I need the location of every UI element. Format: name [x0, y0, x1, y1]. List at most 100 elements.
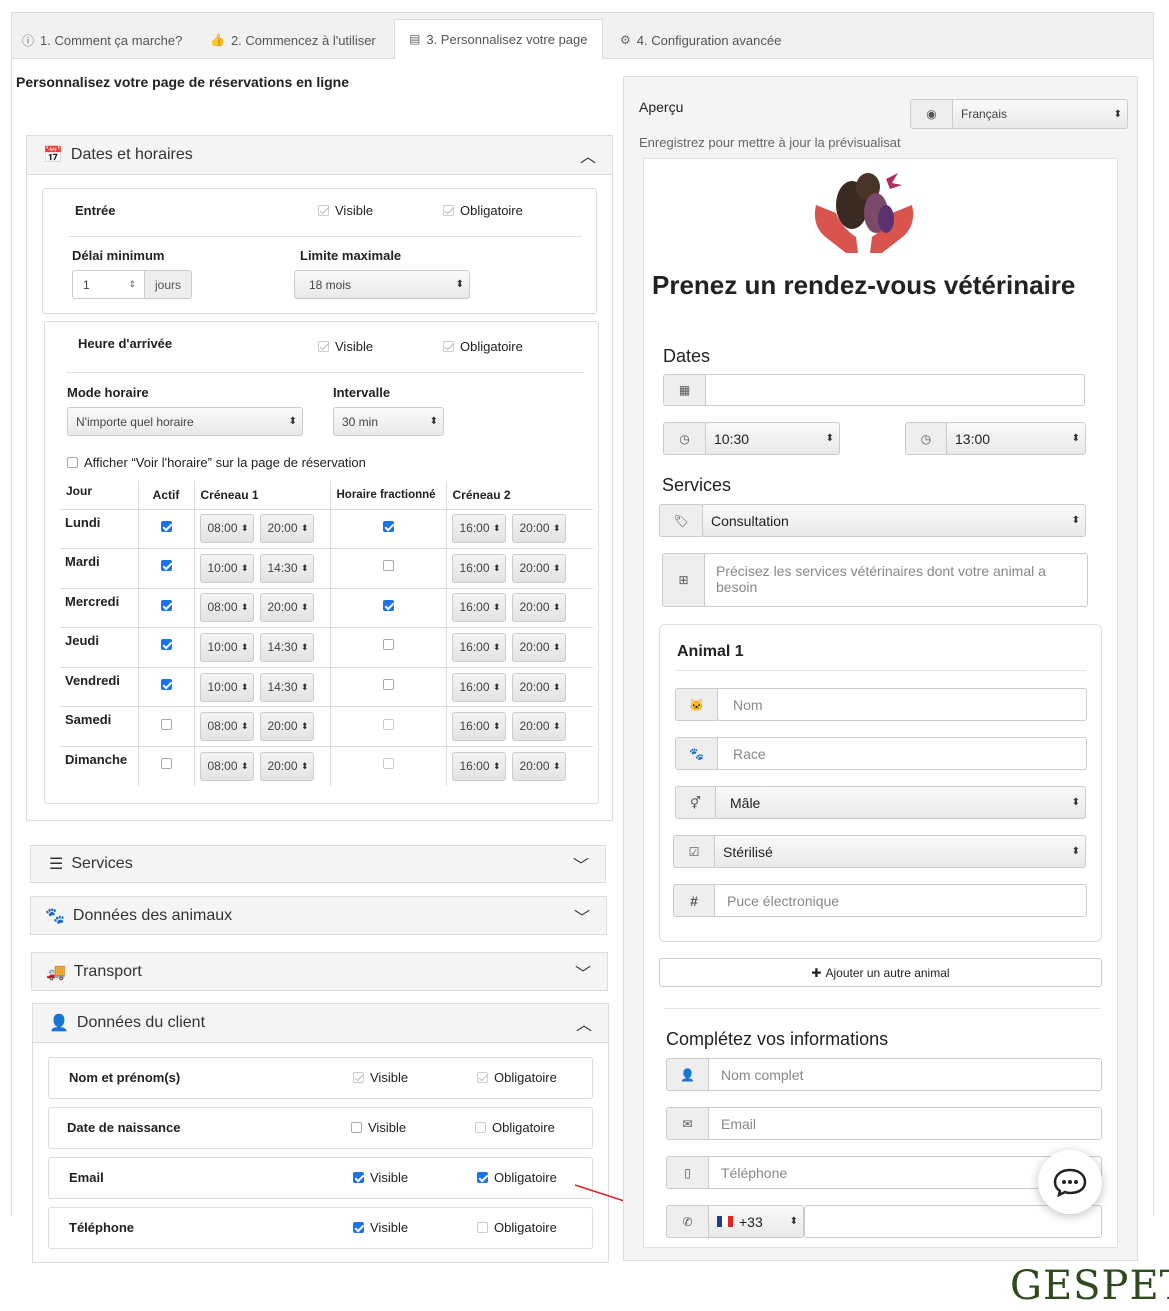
time-select[interactable]: 20:00 [511, 593, 566, 623]
tab-how-it-works[interactable]: ⓘ 1. Comment ça marche? [22, 21, 182, 59]
entree-visible[interactable]: Visible [318, 203, 373, 218]
time-select[interactable]: 20:00 [511, 752, 566, 782]
checkbox[interactable] [443, 341, 454, 352]
checkbox[interactable] [475, 1122, 486, 1133]
client-panel-header[interactable]: 👤 Données du client ︿ [32, 1003, 609, 1043]
time-select[interactable]: 10:00 [199, 633, 254, 663]
race-input[interactable]: Race [717, 737, 1087, 770]
dates-panel-header[interactable]: 📅 Dates et horaires ︿ [26, 135, 613, 175]
actif-checkbox[interactable] [160, 678, 172, 690]
time-select[interactable]: 16:00 [451, 633, 506, 663]
mode-select[interactable]: N'importe quel horaire [67, 407, 303, 436]
time-select[interactable]: 20:00 [259, 752, 314, 782]
time-select[interactable]: 08:00 [199, 593, 254, 623]
fractionne-checkbox[interactable] [382, 758, 394, 770]
checkbox[interactable] [318, 341, 329, 352]
chat-button[interactable] [1038, 1150, 1102, 1214]
checkbox[interactable] [353, 1072, 364, 1083]
transport-panel-header[interactable]: 🚚 Transport ﹀ [31, 952, 608, 991]
tab-customize-page[interactable]: ▤ 3. Personnalisez votre page [394, 19, 603, 59]
intervalle-select[interactable]: 30 min [333, 407, 444, 436]
add-animal-button[interactable]: ✚ Ajouter un autre animal [659, 958, 1102, 987]
time-select[interactable]: 08:00 [199, 712, 254, 742]
checkbox[interactable] [477, 1222, 488, 1233]
fractionne-checkbox[interactable] [382, 520, 394, 532]
checkbox[interactable] [443, 205, 454, 216]
limite-select[interactable]: 18 mois [294, 270, 470, 299]
checkbox[interactable] [353, 1222, 364, 1233]
chevron-down-icon[interactable]: ﹀ [574, 904, 590, 928]
time-select[interactable]: 08:00 [199, 752, 254, 782]
time-select[interactable]: 20:00 [511, 553, 566, 583]
language-select[interactable]: Français [952, 99, 1128, 129]
checkbox[interactable] [351, 1122, 362, 1133]
fractionne-checkbox[interactable] [382, 560, 394, 572]
fractionne-checkbox[interactable] [382, 639, 394, 651]
fractionne-checkbox[interactable] [382, 599, 394, 611]
client-visible[interactable]: Visible [353, 1220, 408, 1235]
time-select[interactable]: 14:30 [259, 633, 314, 663]
time-select[interactable]: 16:00 [451, 712, 506, 742]
heure-obligatoire[interactable]: Obligatoire [443, 339, 523, 354]
service-details-textarea[interactable]: Précisez les services vétérinaires dont … [704, 553, 1088, 607]
time-select[interactable]: 16:00 [451, 553, 506, 583]
checkbox[interactable] [318, 205, 329, 216]
checkbox[interactable] [477, 1072, 488, 1083]
tab-advanced-config[interactable]: ⚙ 4. Configuration avancée [620, 21, 781, 59]
fractionne-checkbox[interactable] [382, 678, 394, 690]
checkbox[interactable] [477, 1172, 488, 1183]
animal-name-input[interactable]: Nom [717, 688, 1087, 721]
email-input[interactable]: Email [708, 1107, 1102, 1140]
services-panel-header[interactable]: ☰ Services ﹀ [30, 845, 606, 883]
service-select[interactable]: Consultation [702, 504, 1086, 537]
sexe-select[interactable]: Mâle [715, 786, 1086, 819]
animaux-panel-header[interactable]: 🐾 Données des animaux ﹀ [30, 896, 607, 935]
chevron-down-icon[interactable]: ﹀ [575, 960, 591, 984]
actif-checkbox[interactable] [160, 560, 172, 572]
client-visible[interactable]: Visible [351, 1120, 406, 1135]
puce-input[interactable]: Puce électronique [714, 884, 1087, 917]
heure-visible[interactable]: Visible [318, 339, 373, 354]
checkbox[interactable] [353, 1172, 364, 1183]
time-end-select[interactable]: 13:00 [946, 422, 1086, 455]
time-select[interactable]: 14:30 [259, 672, 314, 702]
time-select[interactable]: 20:00 [511, 514, 566, 544]
date-input[interactable] [705, 374, 1085, 406]
time-select[interactable]: 10:00 [199, 553, 254, 583]
time-select[interactable]: 20:00 [259, 593, 314, 623]
chevron-up-icon[interactable]: ︿ [580, 143, 596, 167]
time-select[interactable]: 08:00 [199, 514, 254, 544]
tab-start-using[interactable]: 👍 2. Commencez à l'utiliser [210, 21, 376, 59]
actif-checkbox[interactable] [160, 520, 172, 532]
checkbox[interactable] [67, 457, 78, 468]
delai-input[interactable]: 1 ⇕ [72, 270, 145, 299]
time-select[interactable]: 16:00 [451, 672, 506, 702]
actif-checkbox[interactable] [160, 758, 172, 770]
time-select[interactable]: 20:00 [511, 712, 566, 742]
client-obligatoire[interactable]: Obligatoire [475, 1120, 555, 1135]
time-select[interactable]: 16:00 [451, 593, 506, 623]
sterilise-select[interactable]: Stérilisé [714, 835, 1086, 868]
full-name-input[interactable]: Nom complet [708, 1058, 1102, 1091]
time-start-select[interactable]: 10:30 [705, 422, 840, 455]
fractionne-checkbox[interactable] [382, 718, 394, 730]
phone-code-select[interactable]: +33 [708, 1205, 804, 1238]
time-select[interactable]: 16:00 [451, 752, 506, 782]
time-select[interactable]: 20:00 [259, 514, 314, 544]
actif-checkbox[interactable] [160, 639, 172, 651]
time-select[interactable]: 10:00 [199, 672, 254, 702]
time-select[interactable]: 20:00 [259, 712, 314, 742]
time-select[interactable]: 20:00 [511, 672, 566, 702]
chevron-up-icon[interactable]: ︿ [576, 1011, 592, 1035]
client-obligatoire[interactable]: Obligatoire [477, 1070, 557, 1085]
actif-checkbox[interactable] [160, 718, 172, 730]
client-obligatoire[interactable]: Obligatoire [477, 1170, 557, 1185]
time-select[interactable]: 16:00 [451, 514, 506, 544]
actif-checkbox[interactable] [160, 599, 172, 611]
afficher-horaire-checkbox[interactable]: Afficher “Voir l'horaire” sur la page de… [67, 455, 366, 470]
client-visible[interactable]: Visible [353, 1070, 408, 1085]
client-obligatoire[interactable]: Obligatoire [477, 1220, 557, 1235]
time-select[interactable]: 20:00 [511, 633, 566, 663]
client-visible[interactable]: Visible [353, 1170, 408, 1185]
entree-obligatoire[interactable]: Obligatoire [443, 203, 523, 218]
